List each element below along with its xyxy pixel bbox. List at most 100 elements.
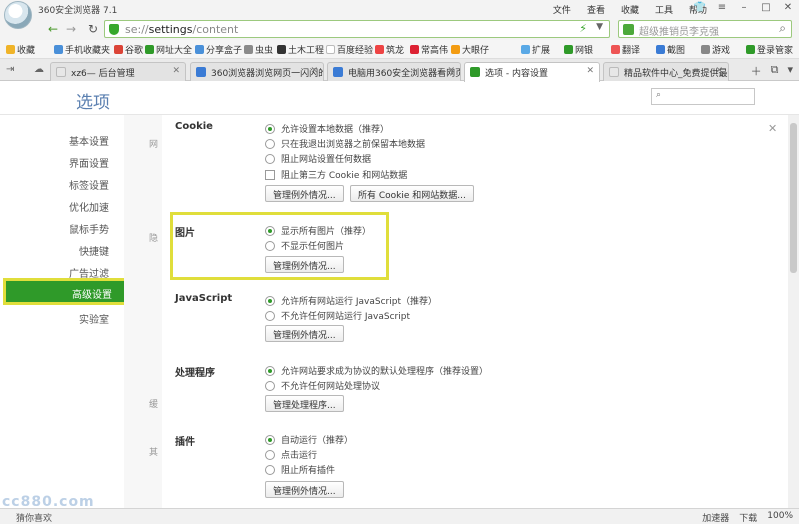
javascript-allow-radio[interactable]: 允许所有网站运行 JavaScript（推荐） (265, 294, 437, 307)
close-icon[interactable]: ✕ (768, 122, 777, 135)
address-text[interactable]: se://settings/content (125, 23, 238, 36)
zoom-level[interactable]: 100% (767, 511, 793, 524)
bookmark-item[interactable]: 分享盒子 (195, 43, 242, 56)
back-arrow-icon[interactable]: ← (44, 20, 62, 38)
cookie-allow-radio[interactable]: 允许设置本地数据（推荐） (265, 122, 389, 135)
lightning-icon[interactable]: ⚡ (579, 22, 587, 35)
settings-search-input[interactable]: ⌕ (651, 88, 755, 105)
status-tools: 加速器 下载 100% (702, 511, 793, 524)
refresh-icon[interactable]: ↻ (84, 20, 102, 38)
forward-arrow-icon[interactable]: → (62, 20, 80, 38)
page-icon (333, 67, 343, 77)
restore-tab-icon[interactable]: ⧉ (771, 63, 779, 79)
download-button[interactable]: 下载 (739, 511, 757, 524)
bookmark-item[interactable]: 网址大全 (145, 43, 192, 56)
search-input[interactable]: 超级推销员李克强 (639, 23, 719, 38)
bookmark-item[interactable]: 土木工程 (277, 43, 324, 56)
extensions-button[interactable]: 扩展 (521, 43, 550, 56)
app-title: 360安全浏览器 7.1 (38, 6, 118, 16)
third-party-cookie-checkbox[interactable]: 阻止第三方 Cookie 和网站数据 (265, 168, 407, 181)
sidebar-item-tabs[interactable]: 标签设置 (69, 177, 109, 192)
tab-settings[interactable]: 选项 - 内容设置 ✕ (464, 62, 600, 82)
translate-button[interactable]: 翻译 (611, 43, 640, 56)
bank-button[interactable]: 网银 (564, 43, 593, 56)
maximize-button[interactable]: □ (755, 0, 777, 16)
plugins-exceptions-button[interactable]: 管理例外情况... (265, 481, 344, 498)
search-box[interactable]: 超级推销员李克强 ⌕ (618, 20, 792, 38)
search-engine-icon[interactable] (623, 24, 634, 35)
close-tab-icon[interactable]: ✕ (715, 66, 723, 76)
address-bar[interactable]: se://settings/content ⚡ ▼ (104, 20, 610, 38)
search-icon[interactable]: ⌕ (779, 21, 786, 36)
scroll-thumb[interactable] (790, 123, 797, 273)
bookmarks-bar: 收藏 手机收藏夹 谷歌 网址大全 分享盒子 虫虫 土木工程 百度经验 筑龙 常高… (0, 40, 799, 59)
tab-item[interactable]: 电脑用360安全浏览器看网页 ✕ (327, 62, 461, 81)
images-hide-radio[interactable]: 不显示任何图片 (265, 239, 344, 252)
close-tab-icon[interactable]: ✕ (310, 66, 318, 76)
bookmark-favorites[interactable]: 收藏 (6, 43, 35, 56)
menu-icon[interactable]: ≡ (711, 0, 733, 16)
recommendations-link[interactable]: 猜你喜欢 (16, 511, 52, 524)
cookie-exceptions-button[interactable]: 管理例外情况... (265, 185, 344, 202)
minimize-button[interactable]: – (733, 0, 755, 16)
tab-item[interactable]: 精品软件中心_免费提供最新 ✕ (603, 62, 729, 81)
bookmark-item[interactable]: 常高伟 (410, 43, 448, 56)
plugins-click-radio[interactable]: 点击运行 (265, 448, 317, 461)
plugins-block-radio[interactable]: 阻止所有插件 (265, 463, 335, 476)
accelerator-button[interactable]: 加速器 (702, 511, 729, 524)
sidebar-item-gestures[interactable]: 鼠标手势 (69, 221, 109, 236)
bookmark-item[interactable]: 百度经验 (326, 43, 373, 56)
title-bar: 360安全浏览器 7.1 文件 查看 收藏 工具 帮助 👕 ≡ – □ ✕ (0, 0, 799, 29)
bookmark-item[interactable]: 谷歌 (114, 43, 143, 56)
ghost-label: 网 (149, 140, 159, 150)
manage-handlers-button[interactable]: 管理处理程序... (265, 395, 344, 412)
menu-favorites[interactable]: 收藏 (621, 3, 639, 16)
javascript-block-radio[interactable]: 不允许任何网站运行 JavaScript (265, 309, 410, 322)
page-icon (196, 67, 206, 77)
handlers-allow-radio[interactable]: 允许网站要求成为协议的默认处理程序（推荐设置） (265, 364, 488, 377)
page-icon (56, 67, 66, 77)
tab-list-icon[interactable]: ▾ (787, 63, 793, 79)
cookie-block-radio[interactable]: 阻止网站设置任何数据 (265, 152, 371, 165)
page-icon (609, 67, 619, 77)
plugins-auto-radio[interactable]: 自动运行（推荐） (265, 433, 353, 446)
sidebar-toggle-icon[interactable]: ⇥ (6, 64, 14, 75)
games-button[interactable]: 游戏 (701, 43, 730, 56)
cookie-session-radio[interactable]: 只在我退出浏览器之前保留本地数据 (265, 137, 425, 150)
menu-file[interactable]: 文件 (553, 3, 571, 16)
tab-item[interactable]: 360浏览器浏览网页一闪闪的 ✕ (190, 62, 324, 81)
bookmark-item[interactable]: 手机收藏夹 (54, 43, 110, 56)
all-cookies-button[interactable]: 所有 Cookie 和网站数据... (350, 185, 474, 202)
images-section-title: 图片 (175, 228, 195, 239)
sidebar-item-basic[interactable]: 基本设置 (69, 133, 109, 148)
close-tab-icon[interactable]: ✕ (586, 66, 594, 76)
bookmark-item[interactable]: 筑龙 (375, 43, 404, 56)
cookie-section-title: Cookie (175, 121, 213, 132)
close-button[interactable]: ✕ (777, 0, 799, 16)
handlers-block-radio[interactable]: 不允许任何网站处理协议 (265, 379, 380, 392)
new-tab-icon[interactable]: ＋ (751, 63, 762, 79)
scrollbar[interactable] (788, 115, 799, 508)
bookmark-item[interactable]: 虫虫 (244, 43, 273, 56)
sidebar-item-interface[interactable]: 界面设置 (69, 155, 109, 170)
search-icon: ⌕ (656, 90, 662, 100)
images-show-radio[interactable]: 显示所有图片（推荐） (265, 224, 371, 237)
javascript-exceptions-button[interactable]: 管理例外情况... (265, 325, 344, 342)
chevron-down-icon[interactable]: ▼ (596, 22, 603, 32)
images-exceptions-button[interactable]: 管理例外情况... (265, 256, 344, 273)
bookmark-item[interactable]: 大眼仔 (451, 43, 489, 56)
close-tab-icon[interactable]: ✕ (172, 66, 180, 76)
screenshot-button[interactable]: 截图 (656, 43, 685, 56)
sidebar-item-shortcuts[interactable]: 快捷键 (79, 243, 109, 258)
sidebar-item-optimize[interactable]: 优化加速 (69, 199, 109, 214)
shirt-icon[interactable]: 👕 (689, 0, 711, 16)
login-manager-button[interactable]: 登录管家 (746, 43, 793, 56)
menu-tools[interactable]: 工具 (655, 3, 673, 16)
cloud-icon[interactable]: ☁ (34, 64, 44, 75)
sidebar-item-labs[interactable]: 实验室 (79, 311, 109, 326)
close-tab-icon[interactable]: ✕ (447, 66, 455, 76)
menu-view[interactable]: 查看 (587, 3, 605, 16)
tab-item[interactable]: xz6— 后台管理 ✕ (50, 62, 186, 81)
sidebar-item-advanced[interactable]: 高级设置 (3, 278, 135, 305)
shield-icon (109, 24, 119, 35)
